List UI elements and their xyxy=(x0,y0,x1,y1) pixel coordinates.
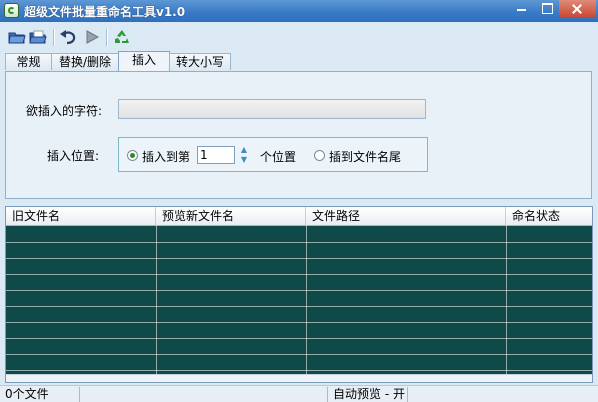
close-button[interactable] xyxy=(559,0,596,18)
toolbar-separator xyxy=(106,29,108,46)
insert-position-label: 插入位置: xyxy=(47,149,100,163)
tab-insert[interactable]: 插入 xyxy=(118,51,170,71)
main-window: 超级文件批量重命名工具v1.0 常规 替换/删除 插入 转大小写 欲插入的字符:… xyxy=(0,0,598,402)
status-bar: 0个文件 自动预览 - 开 xyxy=(0,385,598,402)
open-folder-icon[interactable] xyxy=(29,29,47,45)
minimize-button[interactable] xyxy=(509,0,534,18)
spin-up-icon[interactable]: ▲ xyxy=(238,145,250,154)
horizontal-scrollbar[interactable] xyxy=(6,374,592,382)
tab-replace-delete[interactable]: 替换/删除 xyxy=(51,53,119,70)
grid-column-line xyxy=(156,225,157,382)
grid-row-line xyxy=(6,338,592,339)
position-number-input[interactable] xyxy=(197,146,235,164)
column-header-path[interactable]: 文件路径 xyxy=(306,207,506,225)
insert-at-position-label[interactable]: 插入到第 xyxy=(142,148,190,165)
title-bar[interactable]: 超级文件批量重命名工具v1.0 xyxy=(0,0,598,22)
app-icon xyxy=(4,3,19,18)
undo-icon[interactable] xyxy=(59,29,77,45)
grid-row-line xyxy=(6,306,592,307)
tab-general[interactable]: 常规 xyxy=(5,53,52,70)
run-icon[interactable] xyxy=(83,29,101,45)
column-header-new-name[interactable]: 预览新文件名 xyxy=(156,207,306,225)
grid-column-line xyxy=(506,225,507,382)
recycle-icon[interactable] xyxy=(113,29,131,45)
insert-chars-label: 欲插入的字符: xyxy=(26,104,103,118)
toolbar-separator xyxy=(53,29,55,46)
table-header: 旧文件名 预览新文件名 文件路径 命名状态 xyxy=(6,207,592,226)
grid-row-line xyxy=(6,242,592,243)
grid-row-line xyxy=(6,354,592,355)
insert-panel xyxy=(5,71,592,199)
position-spinner[interactable]: ▲ ▼ xyxy=(238,145,250,165)
maximize-button[interactable] xyxy=(534,0,559,18)
grid-row-line xyxy=(6,274,592,275)
spin-down-icon[interactable]: ▼ xyxy=(238,155,250,164)
status-spacer xyxy=(80,387,328,402)
grid-row-line xyxy=(6,290,592,291)
window-title: 超级文件批量重命名工具v1.0 xyxy=(24,5,186,19)
tab-change-case[interactable]: 转大小写 xyxy=(169,53,231,70)
column-header-status[interactable]: 命名状态 xyxy=(506,207,592,225)
grid-row-line xyxy=(6,322,592,323)
insert-chars-input[interactable] xyxy=(118,99,426,119)
grid-row-line xyxy=(6,258,592,259)
toolbar xyxy=(0,22,598,52)
file-count-status: 0个文件 xyxy=(0,387,80,402)
position-suffix-label: 个位置 xyxy=(260,150,297,164)
insert-at-end-radio[interactable] xyxy=(314,150,325,161)
column-header-old-name[interactable]: 旧文件名 xyxy=(6,207,156,225)
file-table[interactable]: 旧文件名 预览新文件名 文件路径 命名状态 xyxy=(5,206,593,383)
grid-column-line xyxy=(306,225,307,382)
open-file-icon[interactable] xyxy=(8,29,26,45)
insert-at-end-label[interactable]: 插到文件名尾 xyxy=(329,148,401,165)
insert-at-position-radio[interactable] xyxy=(127,150,138,161)
preview-status: 自动预览 - 开 xyxy=(328,387,408,402)
grid-row-line xyxy=(6,370,592,371)
